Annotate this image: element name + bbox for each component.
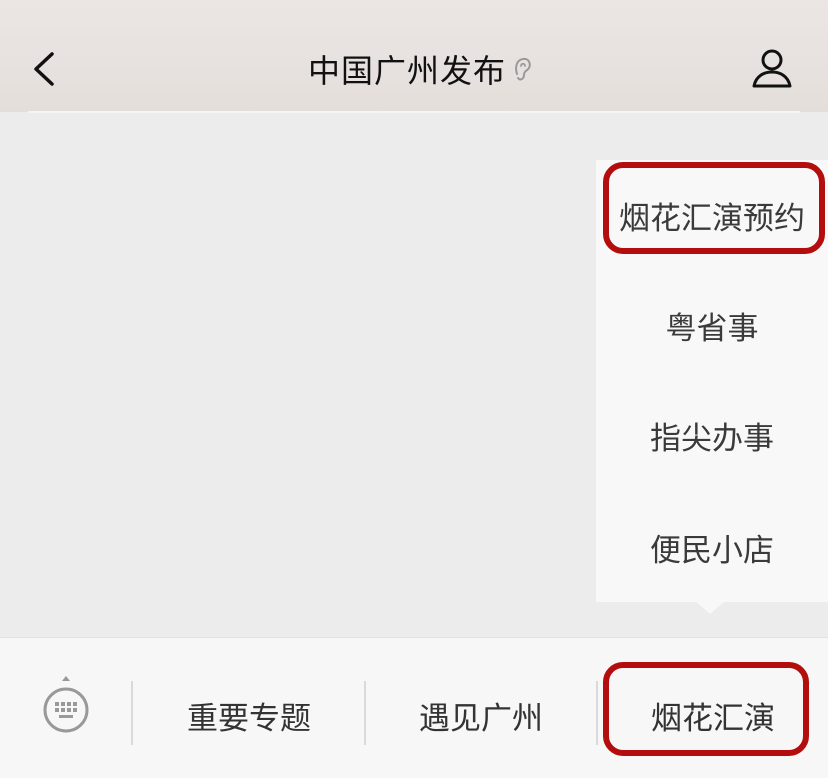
title-area: 中国广州发布 [0, 46, 828, 92]
menu-item-convenience-store[interactable]: 便民小店 [596, 492, 828, 602]
keyboard-toggle-button[interactable] [38, 672, 94, 736]
menu-item-label: 便民小店 [650, 532, 774, 569]
tab-important-topics[interactable]: 重要专题 [133, 680, 365, 750]
highlight-box-fireworks-tab [603, 662, 809, 756]
menu-item-label: 指尖办事 [650, 420, 774, 457]
keyboard-icon [43, 676, 89, 733]
header-divider [28, 111, 800, 113]
user-icon [752, 49, 792, 88]
profile-button[interactable] [748, 44, 796, 92]
tab-label: 重要专题 [187, 700, 311, 737]
highlight-box-reservation [603, 162, 825, 254]
page-title: 中国广州发布 [307, 52, 506, 90]
menu-item-label: 粤省事 [665, 310, 759, 347]
ear-icon [515, 57, 531, 81]
menu-item-yue-sheng-shi[interactable]: 粤省事 [596, 270, 828, 380]
menu-item-fingertip-services[interactable]: 指尖办事 [596, 380, 828, 490]
tab-meet-guangzhou[interactable]: 遇见广州 [366, 680, 596, 750]
tab-label: 遇见广州 [419, 700, 543, 737]
popup-pointer [694, 600, 726, 614]
